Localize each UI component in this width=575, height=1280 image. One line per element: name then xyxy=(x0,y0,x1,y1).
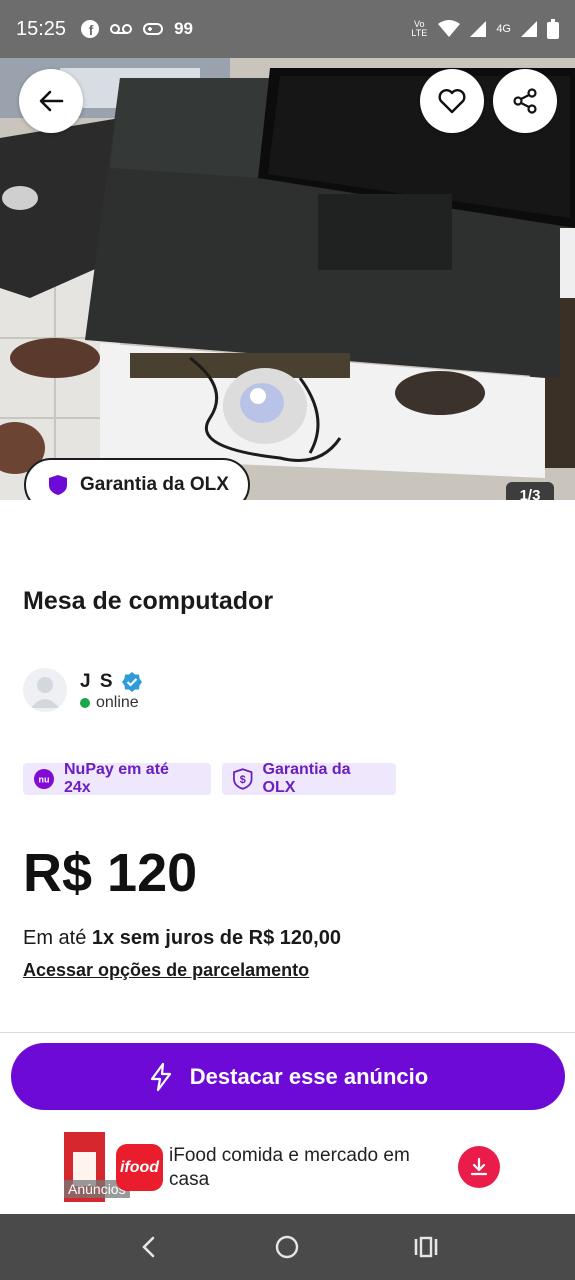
garantia-olx-pill[interactable]: Garantia da OLX xyxy=(24,458,250,500)
divider xyxy=(0,1032,575,1033)
highlight-listing-button[interactable]: Destacar esse anúncio xyxy=(11,1043,565,1110)
installment-prefix: Em até xyxy=(23,927,92,949)
voicemail-icon xyxy=(110,22,133,36)
listing-title: Mesa de computador xyxy=(23,587,274,615)
user-avatar-icon xyxy=(31,677,59,708)
ifood-logo: ifood xyxy=(116,1144,163,1191)
notification-count: 99 xyxy=(174,19,193,38)
garantia-badge: $ Garantia da OLX xyxy=(222,761,396,796)
home-circle-icon xyxy=(276,1235,299,1259)
svg-text:f: f xyxy=(89,22,94,38)
nupay-badge: nu NuPay em até 24x xyxy=(23,761,211,796)
ad-download-button[interactable] xyxy=(458,1146,500,1188)
ad-banner[interactable]: Anúncios ifood iFood comida e mercado em… xyxy=(0,1122,575,1214)
nupay-badge-label: NuPay em até 24x xyxy=(63,761,169,796)
installment-info: Em até 1x sem juros de R$ 120,00 xyxy=(23,927,341,950)
signal-icon-2 xyxy=(520,20,538,38)
listing-details: Mesa de computador J S online nu NuPay e… xyxy=(0,530,575,1032)
seller-name-row[interactable]: J S xyxy=(80,671,143,693)
status-bar: 15:25 f 99 Vo LTE 4G xyxy=(0,0,575,58)
nav-home-button[interactable] xyxy=(257,1222,317,1272)
nav-recents-button[interactable] xyxy=(396,1222,456,1272)
share-icon xyxy=(513,88,537,114)
listing-photo xyxy=(0,58,575,500)
facebook-icon: f xyxy=(80,19,100,39)
svg-text:$: $ xyxy=(240,774,246,786)
heart-icon xyxy=(438,89,466,114)
seller-name: J S xyxy=(80,671,115,692)
highlight-listing-label: Destacar esse anúncio xyxy=(189,1063,429,1089)
seller-status-label: online xyxy=(96,694,139,711)
back-button[interactable] xyxy=(19,69,83,133)
volte-icon: Vo LTE xyxy=(411,19,428,38)
online-dot xyxy=(80,698,90,708)
lightning-icon xyxy=(150,1062,171,1091)
shield-dollar-icon: $ xyxy=(233,768,253,790)
share-button[interactable] xyxy=(493,69,557,133)
system-nav-bar xyxy=(0,1214,575,1280)
listing-price: R$ 120 xyxy=(23,843,198,903)
installment-options-link[interactable]: Acessar opções de parcelamento xyxy=(23,960,309,981)
image-counter: 1/3 xyxy=(506,482,554,500)
network-type-label: 4G xyxy=(496,23,511,35)
wifi-icon xyxy=(438,20,461,38)
signal-icon xyxy=(469,20,487,38)
gamepad-icon xyxy=(142,21,164,37)
seller-status: online xyxy=(80,694,139,712)
download-icon xyxy=(470,1157,488,1176)
chevron-left-icon xyxy=(142,1236,155,1258)
status-time: 15:25 xyxy=(16,17,67,40)
verified-badge-icon xyxy=(121,672,142,692)
ad-text: iFood comida e mercado em casa xyxy=(169,1145,410,1190)
battery-icon xyxy=(547,19,559,39)
shield-icon xyxy=(49,475,67,495)
installment-detail: 1x sem juros de R$ 120,00 xyxy=(91,927,341,949)
nav-back-button[interactable] xyxy=(119,1222,179,1272)
listing-photo-gallery[interactable]: Garantia da OLX 1/3 xyxy=(0,58,575,500)
garantia-badge-label: Garantia da OLX xyxy=(262,761,351,796)
recents-icon xyxy=(414,1236,438,1258)
seller-avatar[interactable] xyxy=(23,668,67,712)
svg-text:nu: nu xyxy=(39,774,50,784)
arrow-left-icon xyxy=(39,90,64,112)
nupay-logo-icon: nu xyxy=(34,769,54,789)
favorite-button[interactable] xyxy=(420,69,484,133)
garantia-pill-label: Garantia da OLX xyxy=(80,474,229,495)
